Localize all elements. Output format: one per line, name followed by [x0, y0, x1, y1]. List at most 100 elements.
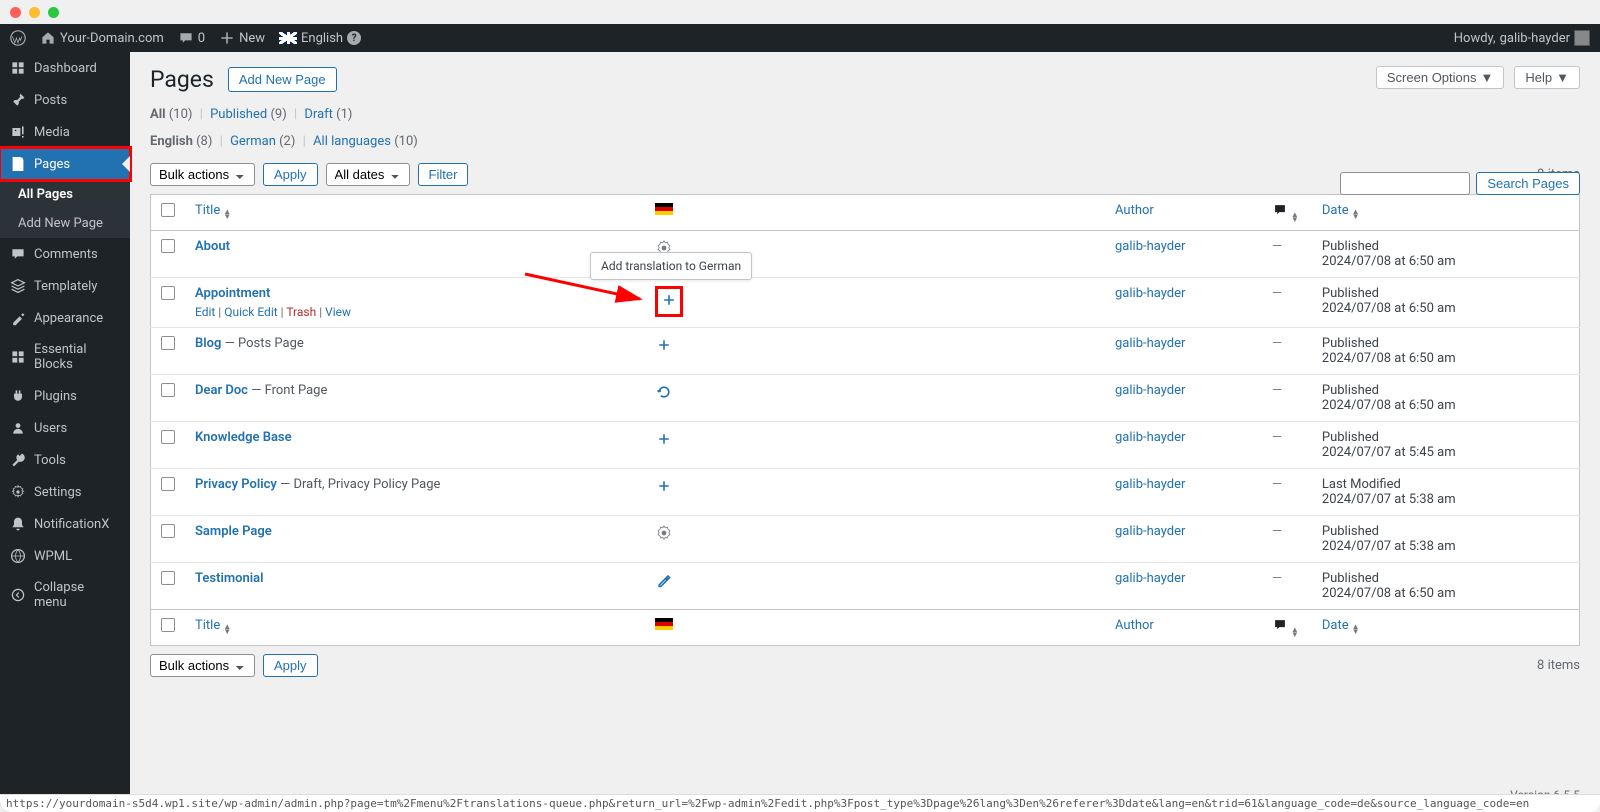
filter-published[interactable]: Published: [210, 107, 267, 122]
sidebar-item-notificationx[interactable]: NotificationX: [0, 508, 130, 540]
col-title-bottom[interactable]: Title▲▼: [185, 610, 645, 646]
bulk-actions-select-bottom[interactable]: Bulk actions: [150, 654, 255, 677]
row-checkbox[interactable]: [161, 383, 175, 397]
search-input[interactable]: [1340, 172, 1470, 195]
plus-translation-icon[interactable]: [655, 430, 673, 448]
filter-draft[interactable]: Draft: [304, 107, 333, 122]
submenu-all-pages[interactable]: All Pages: [0, 180, 130, 209]
apply-button-bottom[interactable]: Apply: [263, 654, 318, 677]
sidebar-item-media[interactable]: Media: [0, 116, 130, 148]
add-new-page-button[interactable]: Add New Page: [228, 67, 337, 92]
table-row: Knowledge Basegalib-hayder—Published2024…: [151, 422, 1580, 469]
bulk-actions-select[interactable]: Bulk actions: [150, 163, 255, 186]
sidebar-item-posts[interactable]: Posts: [0, 84, 130, 116]
sidebar-item-pages[interactable]: Pages: [0, 148, 130, 180]
sidebar-item-essential-blocks[interactable]: Essential Blocks: [0, 334, 130, 380]
view-link[interactable]: View: [325, 305, 351, 319]
submenu-add-new-page[interactable]: Add New Page: [0, 209, 130, 238]
select-all-checkbox[interactable]: [161, 203, 175, 217]
gear-translation-icon[interactable]: [655, 524, 673, 542]
pencil-translation-icon[interactable]: [655, 571, 673, 589]
sidebar-item-users[interactable]: Users: [0, 412, 130, 444]
row-checkbox[interactable]: [161, 286, 175, 300]
date-filter-select[interactable]: All dates: [326, 163, 410, 186]
sidebar-item-wpml[interactable]: WPML: [0, 540, 130, 572]
col-date[interactable]: Date▲▼: [1312, 195, 1580, 231]
page-title-link[interactable]: Appointment: [195, 286, 270, 301]
col-author-bottom[interactable]: Author: [1105, 610, 1262, 646]
page-title-link[interactable]: Blog: [195, 336, 221, 351]
comments-link[interactable]: 0: [178, 30, 205, 46]
page-title-link[interactable]: About: [195, 239, 230, 254]
page-title-link[interactable]: Dear Doc: [195, 383, 248, 398]
date-cell: Published2024/07/07 at 5:45 am: [1312, 422, 1580, 469]
german-flag-icon: [655, 203, 673, 215]
author-link[interactable]: galib-hayder: [1115, 477, 1185, 492]
page-title-link[interactable]: Sample Page: [195, 524, 272, 539]
filter-english[interactable]: English: [150, 134, 193, 149]
trash-link[interactable]: Trash: [286, 305, 316, 319]
select-all-checkbox-bottom[interactable]: [161, 618, 175, 632]
author-link[interactable]: galib-hayder: [1115, 286, 1185, 301]
plugins-icon: [10, 388, 26, 404]
author-link[interactable]: galib-hayder: [1115, 336, 1185, 351]
sidebar-item-settings[interactable]: Settings: [0, 476, 130, 508]
sidebar-item-appearance[interactable]: Appearance: [0, 302, 130, 334]
language-switcher[interactable]: English?: [279, 31, 361, 46]
plus-translation-icon[interactable]: [655, 477, 673, 495]
col-comments[interactable]: ▲▼: [1262, 195, 1312, 231]
page-title-link[interactable]: Knowledge Base: [195, 430, 292, 445]
sidebar-item-plugins[interactable]: Plugins: [0, 380, 130, 412]
col-title[interactable]: Title▲▼: [185, 195, 645, 231]
sidebar-item-collapse-menu[interactable]: Collapse menu: [0, 572, 130, 618]
collapse-icon: [10, 587, 26, 603]
mac-maximize-icon[interactable]: [48, 7, 59, 18]
page-title-link[interactable]: Testimonial: [195, 571, 263, 586]
filter-button[interactable]: Filter: [418, 163, 469, 186]
refresh-translation-icon[interactable]: [655, 383, 673, 401]
comment-count: —: [1272, 286, 1282, 301]
comment-count: —: [1272, 571, 1282, 586]
howdy-user[interactable]: Howdy, galib-hayder: [1454, 30, 1590, 46]
edit-link[interactable]: Edit: [195, 305, 215, 319]
german-flag-icon: [655, 618, 673, 630]
author-link[interactable]: galib-hayder: [1115, 383, 1185, 398]
author-link[interactable]: galib-hayder: [1115, 571, 1185, 586]
author-link[interactable]: galib-hayder: [1115, 239, 1185, 254]
author-link[interactable]: galib-hayder: [1115, 430, 1185, 445]
mac-minimize-icon[interactable]: [29, 7, 40, 18]
site-name-link[interactable]: Your-Domain.com: [40, 30, 164, 46]
col-date-bottom[interactable]: Date▲▼: [1312, 610, 1580, 646]
row-checkbox[interactable]: [161, 477, 175, 491]
filter-german[interactable]: German: [230, 134, 276, 149]
col-author[interactable]: Author: [1105, 195, 1262, 231]
screen-options-button[interactable]: Screen Options ▼: [1376, 66, 1504, 89]
help-button[interactable]: Help ▼: [1514, 66, 1580, 89]
row-checkbox[interactable]: [161, 571, 175, 585]
row-checkbox[interactable]: [161, 524, 175, 538]
sidebar-item-templately[interactable]: Templately: [0, 270, 130, 302]
filter-all-languages[interactable]: All languages: [313, 134, 391, 149]
plus-translation-icon[interactable]: [660, 291, 678, 309]
quick-edit-link[interactable]: Quick Edit: [224, 305, 277, 319]
author-link[interactable]: galib-hayder: [1115, 524, 1185, 539]
row-checkbox[interactable]: [161, 239, 175, 253]
sidebar-item-tools[interactable]: Tools: [0, 444, 130, 476]
page-title-link[interactable]: Privacy Policy: [195, 477, 277, 492]
wp-logo[interactable]: [10, 30, 26, 46]
settings-icon: [10, 484, 26, 500]
new-content-link[interactable]: New: [219, 30, 265, 46]
row-checkbox[interactable]: [161, 430, 175, 444]
main-content: Screen Options ▼ Help ▼ Pages Add New Pa…: [130, 52, 1600, 812]
sidebar-item-dashboard[interactable]: Dashboard: [0, 52, 130, 84]
table-row: Testimonialgalib-hayder—Published2024/07…: [151, 563, 1580, 610]
apply-button[interactable]: Apply: [263, 163, 318, 186]
sidebar-item-comments[interactable]: Comments: [0, 238, 130, 270]
mac-close-icon[interactable]: [10, 7, 21, 18]
row-checkbox[interactable]: [161, 336, 175, 350]
filter-all[interactable]: All: [150, 107, 166, 122]
col-german[interactable]: [645, 195, 1105, 231]
mac-titlebar: [0, 0, 1600, 24]
search-button[interactable]: Search Pages: [1476, 172, 1580, 195]
plus-translation-icon[interactable]: [655, 336, 673, 354]
